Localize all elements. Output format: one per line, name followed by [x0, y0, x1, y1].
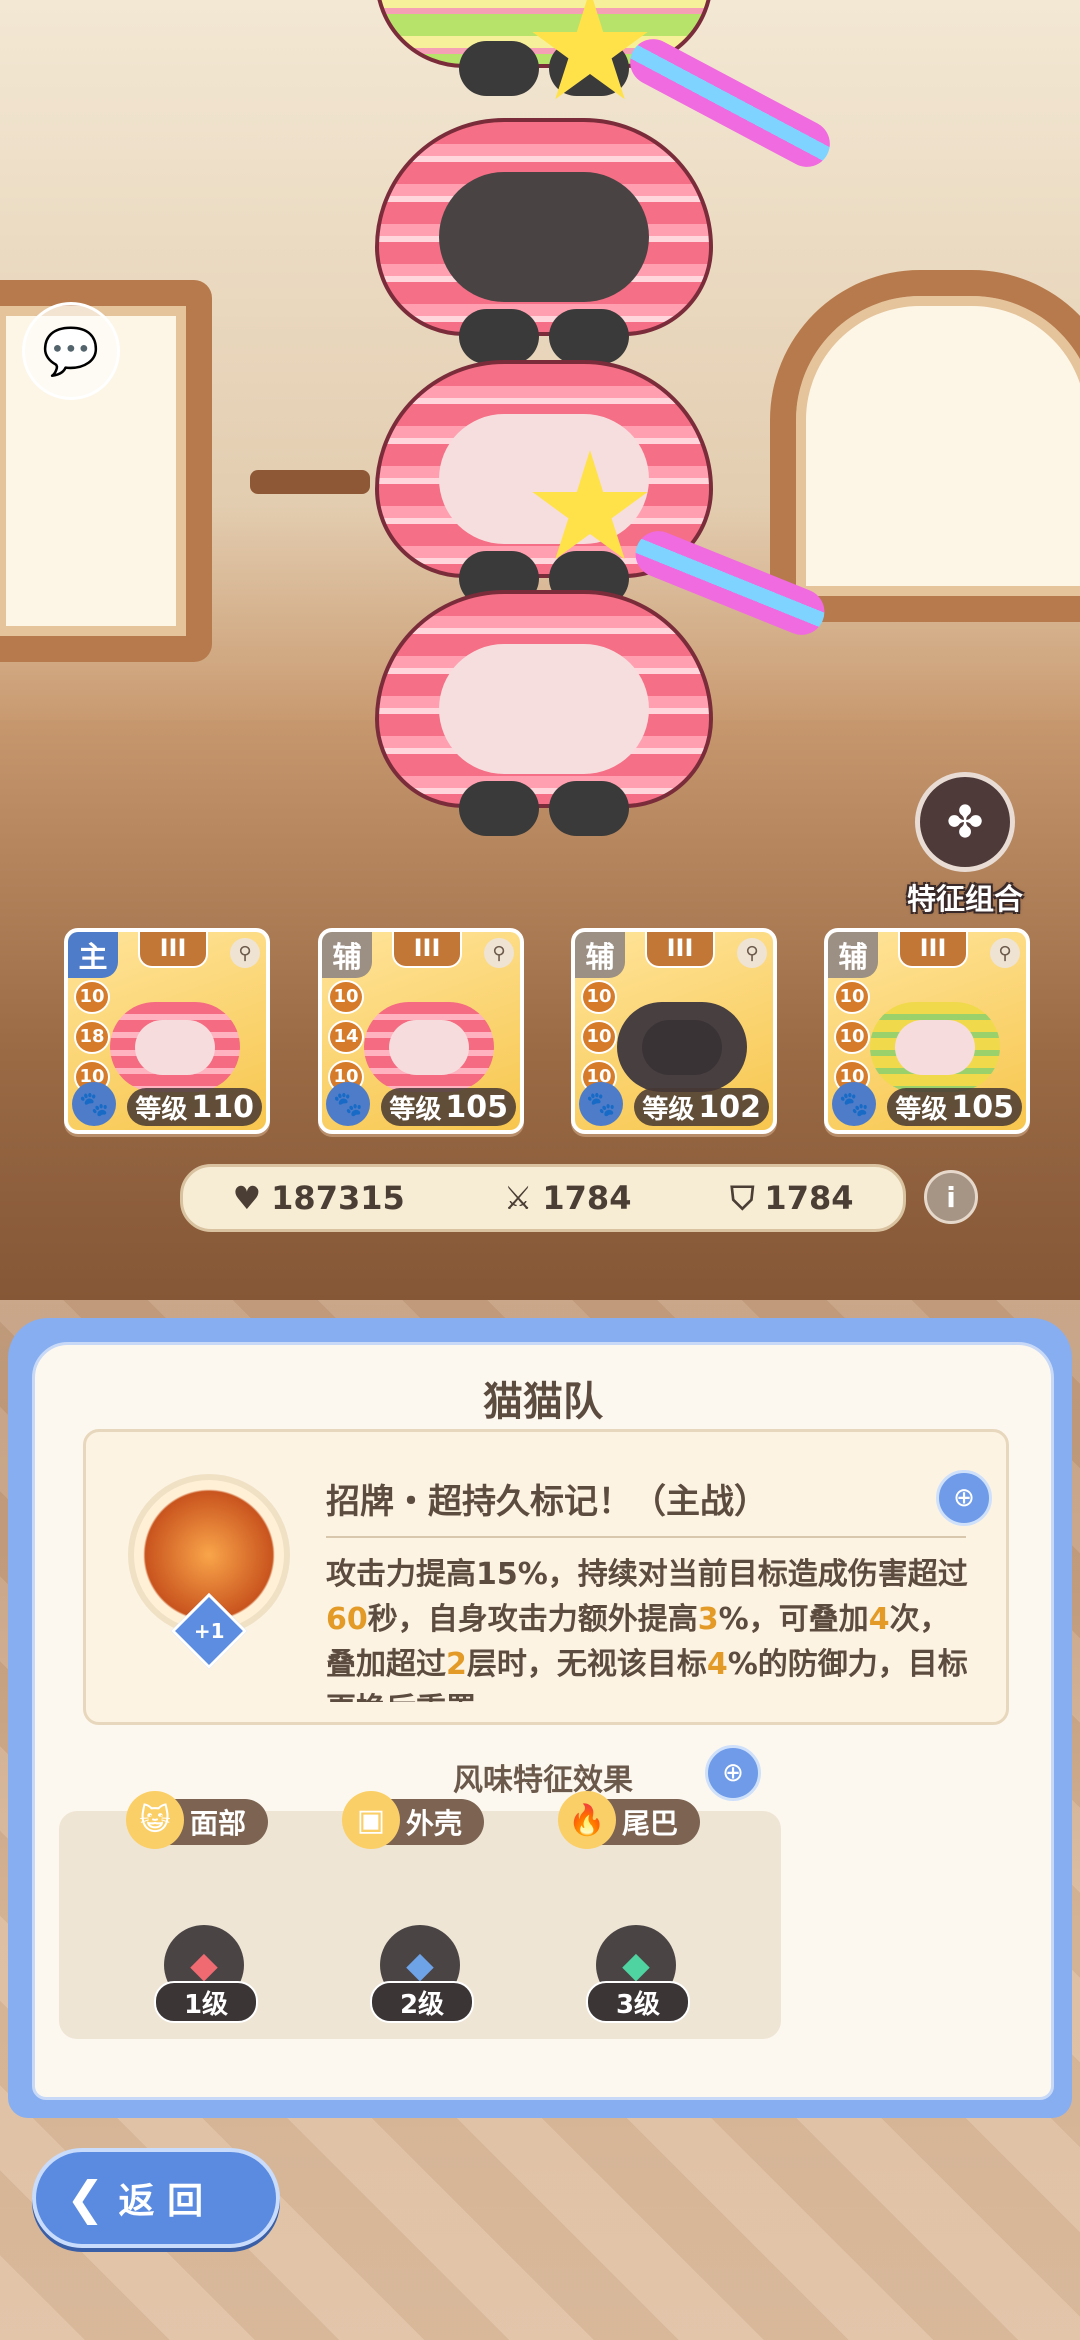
trait-level: 2级 [370, 1981, 474, 2023]
skill-text: 攻击力提高15%，持续对当前目标造成伤害超过 [326, 1557, 968, 1592]
skill-text: 秒，自身攻击力额外提高 [367, 1602, 698, 1637]
skill-value: 60 [326, 1602, 368, 1637]
cat-stack-bottom [375, 590, 713, 836]
skill-value: 4 [868, 1602, 890, 1637]
team-card[interactable]: 辅 III ⚲ 10 14 10 🐾 等级 105 [318, 928, 524, 1134]
paw-icon: 🐾 [579, 1082, 623, 1126]
shelf [250, 470, 370, 494]
flavor-zoom-icon[interactable]: ⊕ [705, 1745, 761, 1801]
stat-badge: 10 [834, 980, 870, 1014]
team-panel: 猫猫队 +1 招牌・超持久标记！（主战） ⊕ 攻击力提高15%，持续对当前目标造… [8, 1318, 1072, 2118]
cat-face-icon: 😺 [125, 1791, 184, 1849]
flame-tail-icon: 🔥 [557, 1791, 616, 1849]
window-right [770, 270, 1080, 622]
stat-badge: 14 [328, 1020, 364, 1054]
chat-bubbles-icon[interactable]: 💬 [22, 302, 120, 400]
trait-level: 1级 [154, 1981, 258, 2023]
paw-icon: 🐾 [832, 1082, 876, 1126]
lock-icon: ⚲ [737, 938, 767, 968]
lock-icon: ⚲ [230, 938, 260, 968]
defense-stat: ⛉ 1784 [730, 1179, 853, 1218]
skill-divider [326, 1536, 966, 1538]
skill-name: 招牌・超持久标记！（主战） [326, 1482, 768, 1522]
skill-text: %，可叠加 [718, 1602, 869, 1637]
skill-text: 层时，无视该目标 [466, 1647, 707, 1682]
back-arrow-icon: ❮ [66, 2171, 105, 2225]
flavor-title: 风味特征效果 [453, 1763, 633, 1798]
skill-value: 3 [697, 1602, 719, 1637]
trait-slot[interactable]: 🔥 尾巴 ◆ 3级 [491, 1791, 781, 2039]
team-card[interactable]: 辅 III ⚲ 10 10 10 🐾 等级 105 [824, 928, 1030, 1134]
skill-zoom-icon[interactable]: ⊕ [936, 1470, 992, 1526]
skill-box: +1 招牌・超持久标记！（主战） ⊕ 攻击力提高15%，持续对当前目标造成伤害超… [83, 1429, 1009, 1725]
role-badge: 辅 [322, 932, 372, 978]
trait-tag: 😺 面部 [125, 1791, 269, 1849]
heart-icon: ♥ [232, 1179, 262, 1217]
rank-badge: III [392, 932, 462, 968]
skill-description: 攻击力提高15%，持续对当前目标造成伤害超过 60秒，自身攻击力额外提高3%，可叠… [326, 1552, 976, 1702]
attack-stat: ⚔ 1784 [504, 1179, 632, 1217]
trait-tag: ▣ 外壳 [341, 1791, 485, 1849]
trait-level: 3级 [586, 1981, 690, 2023]
team-panel-inner: 猫猫队 +1 招牌・超持久标记！（主战） ⊕ 攻击力提高15%，持续对当前目标造… [32, 1342, 1054, 2100]
hp-stat: ♥ 187315 [232, 1179, 404, 1217]
panel-title: 猫猫队 [483, 1379, 603, 1425]
stat-badge: 10 [834, 1020, 870, 1054]
stat-badge: 10 [581, 1020, 617, 1054]
trait-combo-label: 特征组合 [906, 882, 1023, 916]
paw-icon: 🐾 [72, 1082, 116, 1126]
trait-tag: 🔥 尾巴 [557, 1791, 701, 1849]
back-button[interactable]: ❮ 返 回 [32, 2148, 280, 2248]
level-badge: 等级 110 [127, 1088, 262, 1126]
level-badge: 等级 102 [634, 1088, 769, 1126]
shell-icon: ▣ [341, 1791, 400, 1849]
rank-badge: III [138, 932, 208, 968]
role-badge: 辅 [828, 932, 878, 978]
skill-value: 2 [446, 1647, 467, 1682]
role-badge: 主 [68, 932, 118, 978]
lock-icon: ⚲ [484, 938, 514, 968]
paw-icon: 🐾 [326, 1082, 370, 1126]
stat-badge: 18 [74, 1020, 110, 1054]
team-card[interactable]: 主 III ⚲ 10 18 10 🐾 等级 110 [64, 928, 270, 1134]
quad-leaf-icon: ✤ [915, 772, 1015, 872]
defense-value: 1784 [764, 1179, 854, 1217]
level-badge: 等级 105 [887, 1088, 1022, 1126]
shield-icon: ⛉ [730, 1178, 755, 1217]
crossed-swords-icon: ⚔ [503, 1179, 533, 1217]
attack-value: 1784 [542, 1179, 632, 1217]
rank-badge: III [645, 932, 715, 968]
team-stats-bar: ♥ 187315 ⚔ 1784 ⛉ 1784 [180, 1164, 906, 1232]
stat-badge: 10 [328, 980, 364, 1014]
stat-badge: 10 [74, 980, 110, 1014]
hp-value: 187315 [271, 1179, 405, 1217]
level-badge: 等级 105 [381, 1088, 516, 1126]
stat-badge: 10 [581, 980, 617, 1014]
role-badge: 辅 [575, 932, 625, 978]
rank-badge: III [898, 932, 968, 968]
info-button[interactable]: i [924, 1170, 978, 1224]
skill-value: 4 [706, 1647, 728, 1682]
team-card[interactable]: 辅 III ⚲ 10 10 10 🐾 等级 102 [571, 928, 777, 1134]
cat-stack-dark [375, 118, 713, 364]
lock-icon: ⚲ [990, 938, 1020, 968]
trait-combo-button[interactable]: ✤ 特征组合 [895, 772, 1035, 918]
back-label: 返 回 [118, 2181, 204, 2222]
